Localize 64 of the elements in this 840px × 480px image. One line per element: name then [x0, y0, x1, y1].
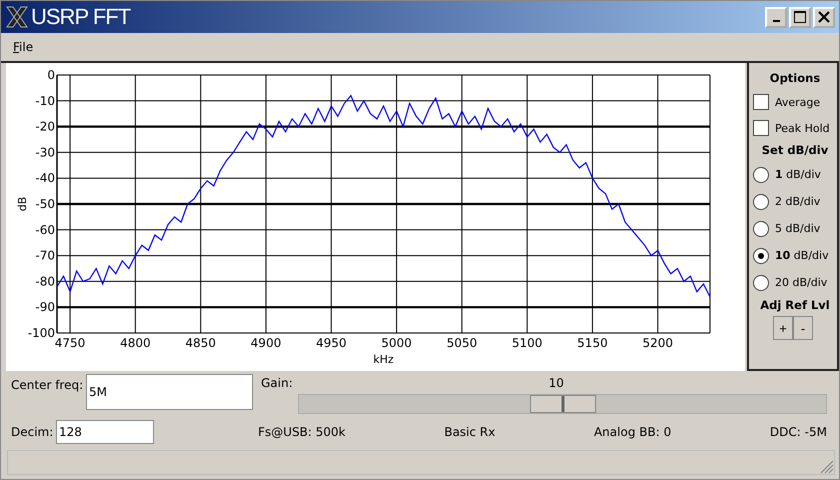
field-label: Decim:: [10, 425, 54, 439]
radio-label: 1 dB/div: [775, 168, 821, 181]
x-tick-label: 5000: [381, 336, 412, 350]
status-text: Analog BB: 0: [594, 425, 672, 439]
minimize-icon: [772, 20, 780, 22]
checkbox[interactable]: [753, 94, 769, 110]
ref-level-button[interactable]: -: [793, 316, 813, 340]
radio-button[interactable]: [753, 220, 769, 236]
input-field[interactable]: 5M: [86, 374, 253, 410]
y-tick-label: 0: [47, 68, 55, 82]
x-logo-icon: [5, 5, 29, 29]
slider-thumb[interactable]: [530, 395, 596, 413]
y-tick-label: -90: [35, 300, 55, 314]
status-text: DDC: -5M: [770, 425, 827, 439]
y-tick-label: -40: [35, 171, 55, 186]
input-field[interactable]: 128: [56, 420, 154, 444]
window-title: USRP FFT: [31, 4, 130, 30]
radio-button[interactable]: [753, 194, 769, 210]
section-title: Adj Ref Lvl: [759, 298, 831, 312]
y-tick-label: -10: [35, 94, 55, 108]
y-tick-label: -60: [35, 222, 55, 237]
section-title: Options: [768, 71, 822, 85]
minimize-button[interactable]: [765, 6, 787, 28]
y-tick-label: -80: [35, 274, 55, 288]
y-tick-label: -50: [35, 197, 55, 211]
maximize-icon: [793, 10, 807, 24]
x-tick-label: 5050: [446, 336, 478, 350]
x-tick-label: 5150: [577, 336, 608, 350]
y-tick-label: -100: [28, 326, 55, 340]
checkbox-label: Peak Hold: [775, 122, 830, 134]
radio-label: 10 dB/div: [775, 249, 829, 262]
y-tick-label: -70: [35, 248, 55, 263]
section-title: Set dB/div: [760, 143, 830, 157]
radio-label: 20 dB/div: [775, 276, 828, 289]
y-tick-label: -20: [35, 120, 55, 134]
y-tick-label: -30: [35, 145, 55, 160]
ref-level-button[interactable]: +: [773, 316, 793, 340]
checkbox-label: Average: [775, 96, 820, 108]
radio-button[interactable]: [753, 166, 769, 182]
y-axis-label: dB: [16, 196, 29, 212]
x-tick-label: 5100: [512, 336, 542, 350]
x-tick-label: 5200: [642, 336, 674, 350]
x-tick-label: 4750: [54, 336, 86, 350]
close-icon: [817, 10, 831, 24]
radio-button[interactable]: [753, 248, 769, 264]
gain-slider[interactable]: [298, 394, 827, 414]
x-tick-label: 4900: [250, 336, 282, 350]
radio-label: 5 dB/div: [775, 222, 820, 235]
radio-label: 2 dB/div: [775, 195, 820, 208]
field-label: Center freq:: [10, 377, 84, 394]
field-label: Gain:: [261, 376, 293, 390]
x-tick-label: 4800: [120, 336, 151, 350]
status-text: Basic Rx: [444, 425, 496, 439]
radio-button[interactable]: [753, 274, 769, 290]
x-tick-label: 4950: [316, 336, 347, 350]
menu-item[interactable]: File: [13, 40, 34, 54]
resize-grip-icon: [818, 458, 834, 474]
x-tick-label: 4850: [185, 336, 216, 350]
maximize-button[interactable]: [789, 6, 811, 28]
status-text: Fs@USB: 500k: [258, 425, 346, 439]
checkbox[interactable]: [753, 120, 769, 136]
close-button[interactable]: [813, 6, 835, 28]
x-axis-label: kHz: [373, 353, 394, 366]
gain-reading: 10: [548, 376, 564, 390]
